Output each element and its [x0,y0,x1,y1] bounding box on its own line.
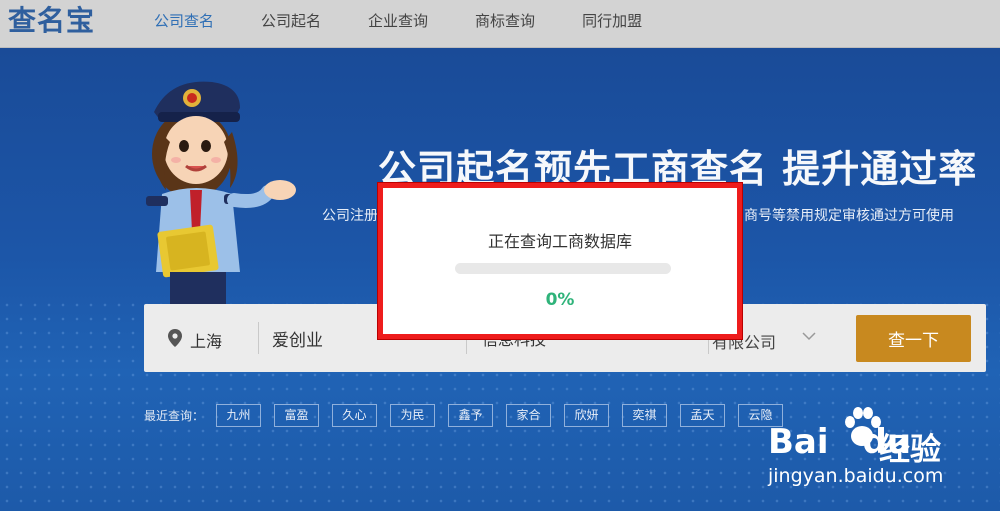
paw-icon [845,407,881,446]
progress-percent: 0% [545,290,575,310]
nav-item-company-naming[interactable]: 公司起名 [261,0,321,48]
recent-queries: 最近查询： 九州 富盈 久心 为民 鑫予 家合 欣妍 奕祺 孟天 云隐 [144,403,796,427]
query-progress-modal: 正在查询工商数据库 0% [378,183,742,339]
main-nav: 公司查名 公司起名 企业查询 商标查询 同行加盟 [154,0,689,48]
recent-tag[interactable]: 久心 [332,403,378,427]
recent-tag[interactable]: 孟天 [680,403,726,427]
location-selector[interactable]: 上海 [190,328,222,352]
recent-tag[interactable]: 为民 [390,403,436,427]
map-pin-icon[interactable] [168,329,182,347]
top-header: 查名宝 公司查名 公司起名 企业查询 商标查询 同行加盟 [0,0,1000,48]
watermark-brand-cn: 经验 [879,432,941,468]
nav-item-company-name-check[interactable]: 公司查名 [154,0,214,48]
nav-item-trademark-query[interactable]: 商标查询 [475,0,535,48]
recent-tag[interactable]: 家合 [506,403,552,427]
hero-subtitle-right: 商号等禁用规定审核通过方可使用 [744,208,954,224]
search-button[interactable]: 查一下 [856,315,971,362]
hero-subtitle-left: 公司注册 [322,208,378,224]
nav-item-join[interactable]: 同行加盟 [582,0,642,48]
watermark-url: jingyan.baidu.com [768,465,944,487]
nav-item-enterprise-query[interactable]: 企业查询 [368,0,428,48]
progress-bar [455,263,671,274]
baidu-jingyan-watermark: Bai du 经验 jingyan.baidu.com [763,404,991,500]
watermark-brand-bai: Bai [768,422,829,462]
recent-tag[interactable]: 欣妍 [564,403,610,427]
recent-queries-label: 最近查询： [144,408,205,423]
site-logo[interactable]: 查名宝 [8,3,95,39]
recent-tag[interactable]: 富盈 [274,403,320,427]
mascot-illustration [146,81,296,304]
modal-title: 正在查询工商数据库 [487,232,632,251]
recent-tag[interactable]: 九州 [216,403,262,427]
chevron-down-icon[interactable] [802,331,816,341]
recent-tag[interactable]: 鑫予 [448,403,494,427]
divider [258,322,259,354]
recent-tag[interactable]: 奕祺 [622,403,668,427]
